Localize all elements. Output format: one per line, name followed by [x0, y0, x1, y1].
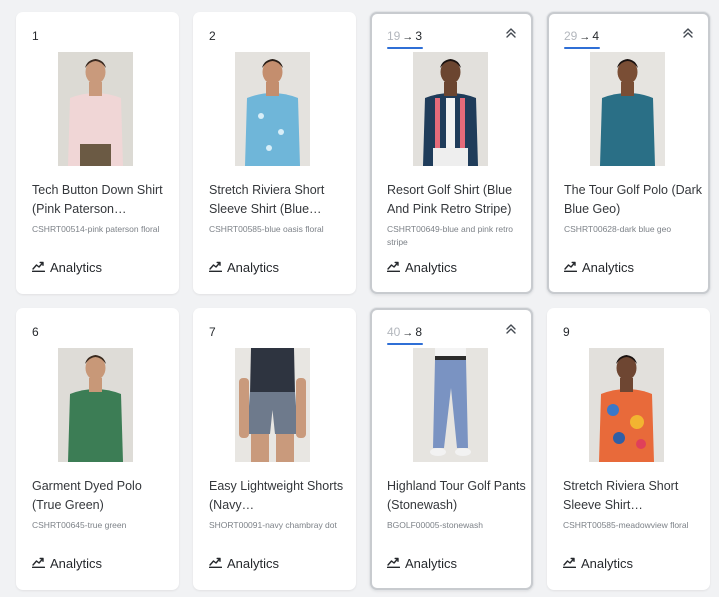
product-card[interactable]: 29 → 4 The Tour Golf Polo (Dark Blue Geo) CS… — [547, 12, 710, 294]
analytics-label: Analytics — [405, 556, 458, 571]
analytics-icon — [31, 260, 46, 275]
previous-rank: 40 — [387, 325, 401, 339]
rank-indicator: 19 → 3 — [387, 29, 424, 49]
analytics-button[interactable]: Analytics — [563, 260, 635, 275]
previous-rank: 29 — [564, 29, 578, 43]
double-chevron-up-icon — [505, 322, 517, 334]
analytics-button[interactable]: Analytics — [386, 556, 458, 571]
double-chevron-up-icon — [682, 26, 694, 38]
product-sku: CSHRT00514-pink paterson floral — [32, 224, 160, 234]
product-title[interactable]: Tech Button Down Shirt (Pink Paterson… — [32, 181, 172, 219]
product-title[interactable]: Stretch Riviera Short Sleeve Shirt (Blue… — [209, 181, 349, 219]
rank-arrow-icon: → — [579, 31, 591, 43]
analytics-button[interactable]: Analytics — [208, 556, 280, 571]
current-rank: 7 — [209, 325, 216, 339]
analytics-button[interactable]: Analytics — [562, 556, 634, 571]
product-title[interactable]: Easy Lightweight Shorts (Navy… — [209, 477, 349, 515]
product-card[interactable]: 2 Stretch Riviera Short Sleeve Shirt (Blu… — [193, 12, 356, 294]
double-chevron-up-icon — [505, 26, 517, 38]
analytics-icon — [386, 260, 401, 275]
product-title[interactable]: Highland Tour Golf Pants (Stonewash) — [387, 477, 527, 515]
product-sku: CSHRT00645-true green — [32, 520, 127, 530]
current-rank: 1 — [32, 29, 39, 43]
current-rank: 3 — [415, 29, 423, 43]
product-image[interactable] — [590, 52, 665, 166]
analytics-icon — [31, 556, 46, 571]
product-sku: CSHRT00585-meadowview floral — [563, 520, 689, 530]
analytics-label: Analytics — [50, 260, 103, 275]
current-rank: 8 — [415, 325, 423, 339]
product-sku: BGOLF00005-stonewash — [387, 520, 483, 530]
current-rank: 4 — [592, 29, 600, 43]
rank-indicator: 29 → 4 — [564, 29, 601, 49]
product-card[interactable]: 40 → 8 Highland Tour Golf Pants (Stonewash)… — [370, 308, 533, 590]
product-sku: SHORT00091-navy chambray dot — [209, 520, 337, 530]
analytics-icon — [563, 260, 578, 275]
analytics-icon — [386, 556, 401, 571]
product-image[interactable] — [235, 348, 310, 462]
product-sku: CSHRT00628-dark blue geo — [564, 224, 672, 234]
analytics-label: Analytics — [582, 260, 635, 275]
current-rank: 6 — [32, 325, 39, 339]
rank-indicator: 6 — [32, 325, 39, 341]
product-sku: CSHRT00649-blue and pink retro stripe — [387, 224, 513, 247]
analytics-button[interactable]: Analytics — [386, 260, 458, 275]
analytics-icon — [208, 260, 223, 275]
analytics-label: Analytics — [581, 556, 634, 571]
product-image[interactable] — [413, 348, 488, 462]
rank-change-underline — [387, 47, 424, 49]
rank-indicator: 9 — [563, 325, 570, 341]
rank-indicator: 40 → 8 — [387, 325, 424, 345]
product-image[interactable] — [58, 52, 133, 166]
analytics-label: Analytics — [227, 556, 280, 571]
rank-indicator: 2 — [209, 29, 216, 45]
product-card[interactable]: 1 Tech Button Down Shirt (Pink Paterson… C… — [16, 12, 179, 294]
product-image[interactable] — [413, 52, 488, 166]
product-card[interactable]: 6 Garment Dyed Polo (True Green) CSHRT0064… — [16, 308, 179, 590]
product-title[interactable]: Garment Dyed Polo (True Green) — [32, 477, 172, 515]
product-image[interactable] — [589, 348, 664, 462]
rank-arrow-icon: → — [402, 327, 414, 339]
analytics-button[interactable]: Analytics — [31, 260, 103, 275]
current-rank: 9 — [563, 325, 570, 339]
product-sku: CSHRT00585-blue oasis floral — [209, 224, 324, 234]
current-rank: 2 — [209, 29, 216, 43]
product-title[interactable]: Resort Golf Shirt (Blue And Pink Retro S… — [387, 181, 527, 219]
analytics-button[interactable]: Analytics — [31, 556, 103, 571]
analytics-label: Analytics — [405, 260, 458, 275]
rank-change-underline — [564, 47, 601, 49]
analytics-button[interactable]: Analytics — [208, 260, 280, 275]
product-card[interactable]: 9 Stretch Riviera Short Sleeve Shirt… CSHR… — [547, 308, 710, 590]
analytics-icon — [562, 556, 577, 571]
product-card[interactable]: 7 Easy Lightweight Shorts (Navy… SHORT0009… — [193, 308, 356, 590]
rank-indicator: 7 — [209, 325, 216, 341]
product-image[interactable] — [58, 348, 133, 462]
rank-indicator: 1 — [32, 29, 39, 45]
product-image[interactable] — [235, 52, 310, 166]
rank-change-underline — [387, 343, 424, 345]
analytics-label: Analytics — [227, 260, 280, 275]
product-title[interactable]: The Tour Golf Polo (Dark Blue Geo) — [564, 181, 704, 219]
previous-rank: 19 — [387, 29, 401, 43]
product-card[interactable]: 19 → 3 Resort Golf Shirt (Blue And Pink Ret… — [370, 12, 533, 294]
analytics-icon — [208, 556, 223, 571]
product-title[interactable]: Stretch Riviera Short Sleeve Shirt… — [563, 477, 703, 515]
analytics-label: Analytics — [50, 556, 103, 571]
rank-arrow-icon: → — [402, 31, 414, 43]
